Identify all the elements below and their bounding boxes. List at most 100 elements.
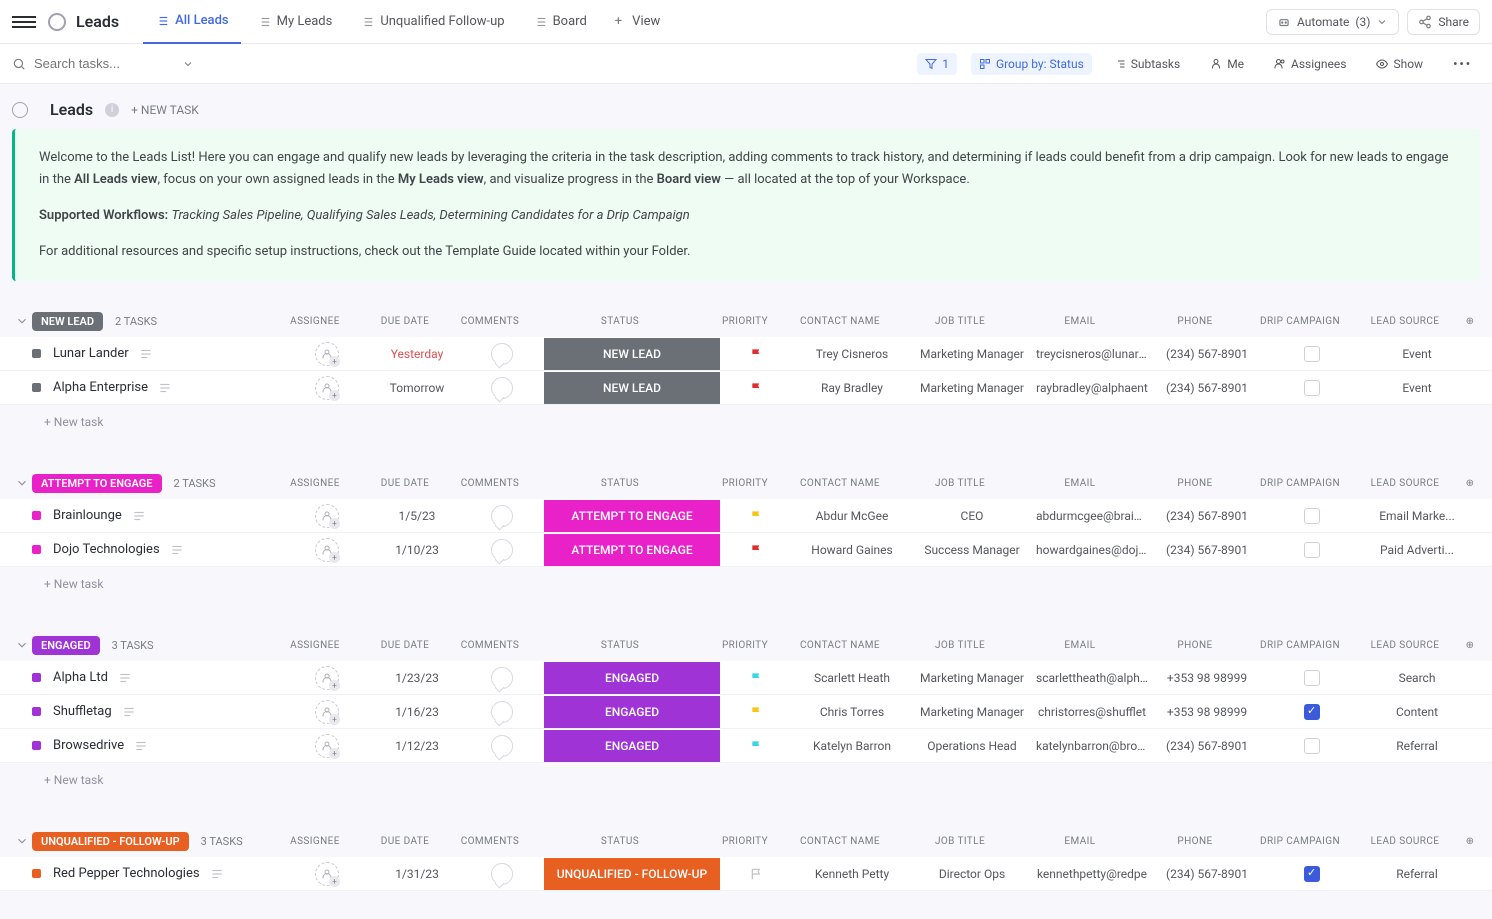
assignee-avatar[interactable]: +	[315, 376, 339, 400]
col-drip[interactable]: DRIP CAMPAIGN	[1250, 640, 1350, 651]
assignee-avatar[interactable]: +	[315, 700, 339, 724]
phone[interactable]: (234) 567-8901	[1152, 381, 1262, 395]
col-priority[interactable]: PRIORITY	[710, 478, 780, 489]
task-row[interactable]: Brainlounge+1/5/23ATTEMPT TO ENGAGEAbdur…	[0, 499, 1492, 533]
due-date[interactable]: 1/12/23	[372, 739, 462, 753]
col-job[interactable]: JOB TITLE	[900, 640, 1020, 651]
filter-button[interactable]: 1	[917, 53, 957, 75]
assignee-avatar[interactable]: +	[315, 538, 339, 562]
status-dot[interactable]	[32, 545, 41, 554]
col-email[interactable]: EMAIL	[1020, 316, 1140, 327]
col-status[interactable]: STATUS	[530, 836, 710, 847]
col-contact[interactable]: CONTACT NAME	[780, 640, 900, 651]
tab-view[interactable]: +View	[603, 0, 673, 44]
col-priority[interactable]: PRIORITY	[710, 640, 780, 651]
contact-name[interactable]: Abdur McGee	[792, 509, 912, 523]
drip-checkbox[interactable]	[1304, 670, 1320, 686]
comments-icon[interactable]	[491, 377, 513, 399]
due-date[interactable]: 1/31/23	[372, 867, 462, 881]
drip-checkbox[interactable]	[1304, 542, 1320, 558]
group-toggle[interactable]	[12, 834, 32, 848]
group-by-button[interactable]: Group by: Status	[971, 53, 1092, 75]
email[interactable]: scarlettheath@alphal	[1032, 671, 1152, 685]
col-contact[interactable]: CONTACT NAME	[780, 316, 900, 327]
lead-source[interactable]: Paid Adverti...	[1362, 543, 1472, 557]
job-title[interactable]: Marketing Manager	[912, 705, 1032, 719]
status-dot[interactable]	[32, 741, 41, 750]
group-badge[interactable]: ATTEMPT TO ENGAGE	[32, 474, 162, 493]
drip-checkbox[interactable]	[1304, 738, 1320, 754]
tab-my-leads[interactable]: My Leads	[245, 0, 345, 44]
status-pill[interactable]: ENGAGED	[544, 696, 720, 728]
status-dot[interactable]	[32, 383, 41, 392]
lead-source[interactable]: Email Marke...	[1362, 509, 1472, 523]
col-source[interactable]: LEAD SOURCE	[1350, 478, 1460, 489]
task-name[interactable]: Dojo Technologies	[53, 542, 282, 557]
contact-name[interactable]: Howard Gaines	[792, 543, 912, 557]
status-pill[interactable]: ATTEMPT TO ENGAGE	[544, 500, 720, 532]
col-email[interactable]: EMAIL	[1020, 478, 1140, 489]
col-due[interactable]: DUE DATE	[360, 640, 450, 651]
col-add[interactable]: ⊕	[1460, 316, 1480, 327]
lead-source[interactable]: Search	[1362, 671, 1472, 685]
task-row[interactable]: Alpha Ltd+1/23/23ENGAGEDScarlett HeathMa…	[0, 661, 1492, 695]
chevron-down-icon[interactable]	[182, 58, 194, 70]
contact-name[interactable]: Trey Cisneros	[792, 347, 912, 361]
comments-icon[interactable]	[491, 735, 513, 757]
group-badge[interactable]: ENGAGED	[32, 636, 100, 655]
comments-icon[interactable]	[491, 343, 513, 365]
email[interactable]: katelynbarron@brows	[1032, 739, 1152, 753]
comments-icon[interactable]	[491, 539, 513, 561]
lead-source[interactable]: Content	[1362, 705, 1472, 719]
col-assignee[interactable]: ASSIGNEE	[270, 836, 360, 847]
job-title[interactable]: Director Ops	[912, 867, 1032, 881]
col-job[interactable]: JOB TITLE	[900, 836, 1020, 847]
contact-name[interactable]: Chris Torres	[792, 705, 912, 719]
col-phone[interactable]: PHONE	[1140, 478, 1250, 489]
col-assignee[interactable]: ASSIGNEE	[270, 640, 360, 651]
col-job[interactable]: JOB TITLE	[900, 316, 1020, 327]
phone[interactable]: (234) 567-8901	[1152, 867, 1262, 881]
flag-icon[interactable]	[750, 867, 764, 881]
status-dot[interactable]	[32, 673, 41, 682]
comments-icon[interactable]	[491, 701, 513, 723]
phone[interactable]: +353 98 98999	[1152, 671, 1262, 685]
comments-icon[interactable]	[491, 667, 513, 689]
status-dot[interactable]	[32, 511, 41, 520]
status-pill[interactable]: NEW LEAD	[544, 372, 720, 404]
col-comments[interactable]: COMMENTS	[450, 478, 530, 489]
task-row[interactable]: Lunar Lander+YesterdayNEW LEADTrey Cisne…	[0, 337, 1492, 371]
email[interactable]: treycisneros@lunarla	[1032, 347, 1152, 361]
status-dot[interactable]	[32, 707, 41, 716]
job-title[interactable]: CEO	[912, 509, 1032, 523]
col-contact[interactable]: CONTACT NAME	[780, 478, 900, 489]
col-priority[interactable]: PRIORITY	[710, 836, 780, 847]
job-title[interactable]: Marketing Manager	[912, 347, 1032, 361]
drip-checkbox[interactable]	[1304, 866, 1320, 882]
task-row[interactable]: Browsedrive+1/12/23ENGAGEDKatelyn Barron…	[0, 729, 1492, 763]
col-status[interactable]: STATUS	[530, 640, 710, 651]
flag-icon[interactable]	[750, 671, 764, 685]
job-title[interactable]: Operations Head	[912, 739, 1032, 753]
assignee-avatar[interactable]: +	[315, 734, 339, 758]
due-date[interactable]: 1/10/23	[372, 543, 462, 557]
lead-source[interactable]: Referral	[1362, 867, 1472, 881]
col-source[interactable]: LEAD SOURCE	[1350, 640, 1460, 651]
assignee-avatar[interactable]: +	[315, 666, 339, 690]
col-due[interactable]: DUE DATE	[360, 836, 450, 847]
job-title[interactable]: Marketing Manager	[912, 671, 1032, 685]
task-name[interactable]: Alpha Enterprise	[53, 380, 282, 395]
phone[interactable]: +353 98 98999	[1152, 705, 1262, 719]
col-due[interactable]: DUE DATE	[360, 316, 450, 327]
col-email[interactable]: EMAIL	[1020, 640, 1140, 651]
due-date[interactable]: 1/16/23	[372, 705, 462, 719]
email[interactable]: kennethpetty@redpe	[1032, 867, 1152, 881]
col-drip[interactable]: DRIP CAMPAIGN	[1250, 836, 1350, 847]
share-button[interactable]: Share	[1407, 9, 1480, 35]
group-toggle[interactable]	[12, 476, 32, 490]
task-row[interactable]: Alpha Enterprise+TomorrowNEW LEADRay Bra…	[0, 371, 1492, 405]
tab-board[interactable]: Board	[521, 0, 599, 44]
task-row[interactable]: Dojo Technologies+1/10/23ATTEMPT TO ENGA…	[0, 533, 1492, 567]
phone[interactable]: (234) 567-8901	[1152, 509, 1262, 523]
col-phone[interactable]: PHONE	[1140, 640, 1250, 651]
